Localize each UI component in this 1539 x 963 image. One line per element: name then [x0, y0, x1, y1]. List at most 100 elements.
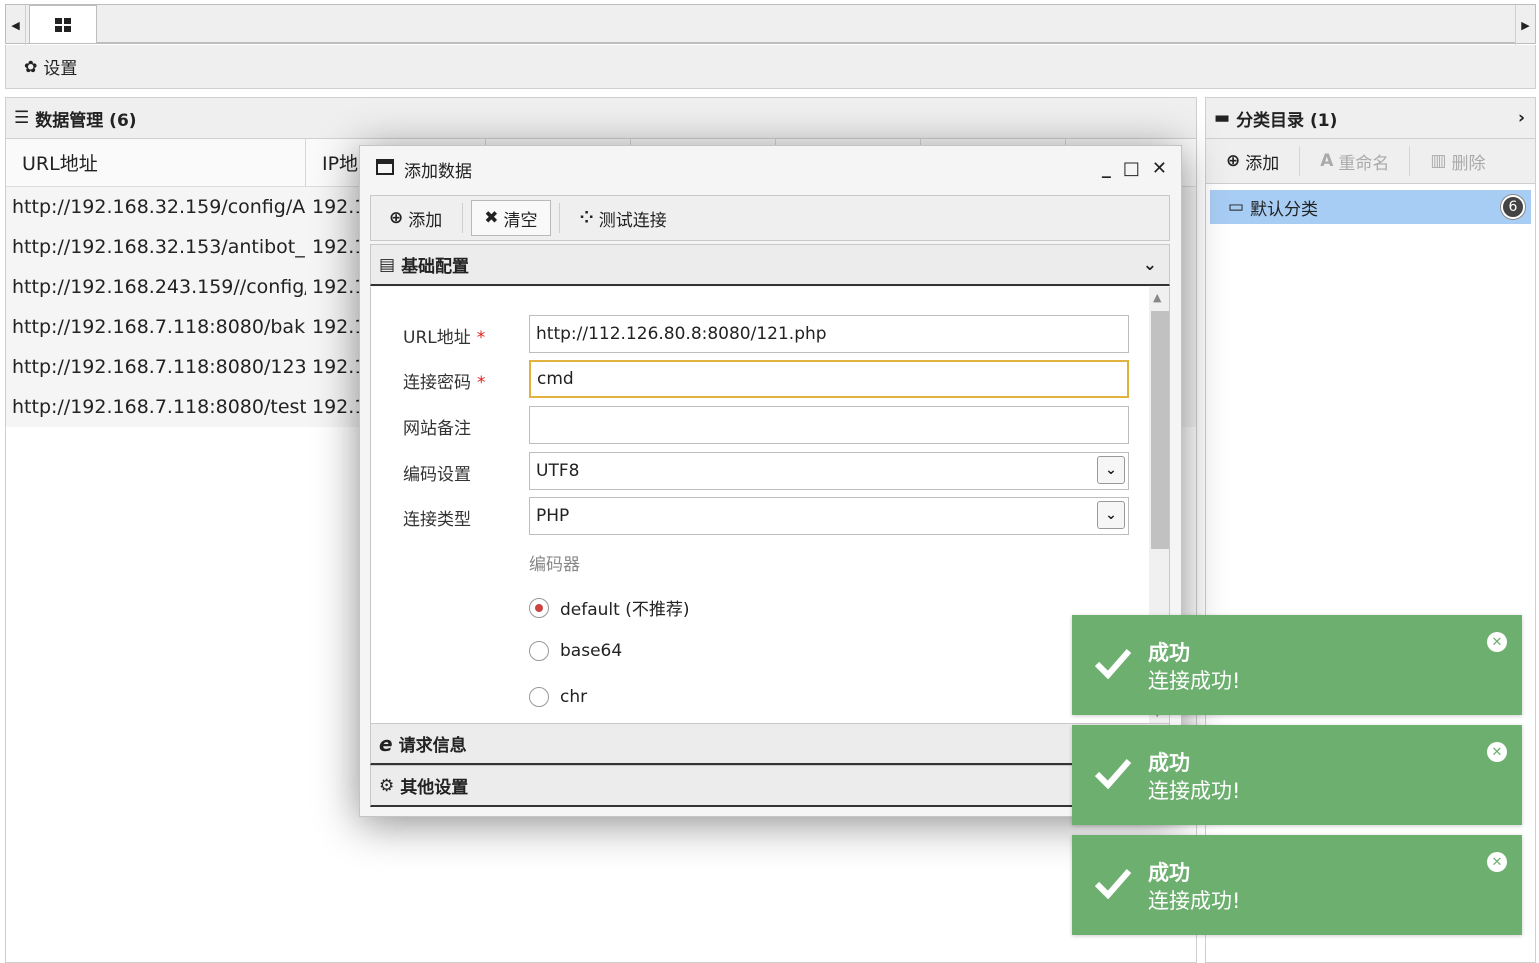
chevron-down-icon: ⌄	[1142, 254, 1157, 275]
cell-url: http://192.168.7.118:8080/123.ph	[12, 356, 306, 378]
note-input[interactable]	[529, 406, 1129, 444]
folder-icon: ▬	[1214, 108, 1231, 128]
add-data-dialog: 添加数据 _ □ ✕ ⊕ 添加 ✖ 清空 ⁘ 测试连接 ▤ 基础配置 ⌄ URL地址 *…	[359, 145, 1182, 817]
delete-category-button[interactable]: ▥ 删除	[1410, 146, 1505, 176]
basic-config-form: URL地址 * http://112.126.80.8:8080/121.php …	[370, 287, 1170, 723]
add-category-label: 添加	[1245, 153, 1280, 174]
encoding-row: 编码设置 UTF8 ⌄	[371, 452, 1151, 492]
scrollbar-thumb[interactable]	[1151, 311, 1169, 549]
encoding-value: UTF8	[536, 461, 580, 481]
plus-circle-icon: ⊕	[1226, 151, 1241, 171]
x-icon: ✖	[484, 208, 499, 228]
section-other-title: 其他设置	[400, 778, 469, 798]
minimize-icon[interactable]: _	[1102, 158, 1111, 179]
column-header-url[interactable]: URL地址	[6, 139, 306, 186]
type-select[interactable]: PHP ⌄	[529, 497, 1129, 535]
radio-unselected[interactable]	[529, 641, 549, 661]
password-row: 连接密码 * cmd	[371, 360, 1151, 400]
success-toast: 成功 连接成功! ✕	[1072, 615, 1522, 715]
toast-title: 成功	[1148, 641, 1190, 665]
encoder-option-label: default (不推荐)	[560, 600, 690, 620]
type-value: PHP	[536, 506, 570, 526]
grid-icon	[55, 17, 71, 32]
gears-icon: ⚙	[379, 775, 395, 796]
note-row: 网站备注	[371, 406, 1151, 446]
encoder-option-label: base64	[560, 641, 623, 661]
close-icon[interactable]: ✕	[1152, 158, 1167, 179]
tab-divider	[96, 42, 1515, 43]
encoder-option-base64[interactable]: base64	[529, 641, 622, 661]
encoder-option-chr[interactable]: chr	[529, 687, 587, 707]
data-panel-header: ☰ 数据管理 (6)	[6, 98, 1196, 139]
close-icon[interactable]: ✕	[1487, 742, 1507, 762]
close-icon[interactable]: ✕	[1487, 632, 1507, 652]
settings-bar[interactable]: ✿ 设置	[5, 45, 1536, 89]
close-icon[interactable]: ✕	[1487, 852, 1507, 872]
category-toolbar: ⊕ 添加 A 重命名 ▥ 删除	[1206, 139, 1535, 184]
window-icon	[376, 158, 394, 180]
category-count-badge: 6	[1501, 195, 1525, 219]
check-icon	[1094, 649, 1132, 679]
toast-message: 连接成功!	[1148, 669, 1241, 693]
gear-icon: ✿	[24, 57, 38, 76]
encoder-option-label: chr	[560, 687, 588, 707]
section-request-title: 请求信息	[398, 736, 467, 756]
check-icon	[1094, 869, 1132, 899]
spinner-icon: ⁘	[579, 208, 594, 228]
cell-url: http://192.168.7.118:8080/test/pe	[12, 396, 306, 418]
test-connection-label: 测试连接	[598, 210, 667, 231]
section-request-info[interactable]: e 请求信息	[370, 723, 1170, 765]
add-button-label: 添加	[408, 210, 443, 231]
success-toast: 成功 连接成功! ✕	[1072, 835, 1522, 935]
section-other-settings[interactable]: ⚙ 其他设置	[370, 765, 1170, 807]
dialog-toolbar: ⊕ 添加 ✖ 清空 ⁘ 测试连接	[370, 195, 1170, 241]
password-input[interactable]: cmd	[529, 360, 1129, 398]
settings-label: 设置	[43, 59, 78, 79]
scroll-left-arrow-icon[interactable]: ◀	[6, 5, 26, 45]
encoder-option-default[interactable]: default (不推荐)	[529, 595, 689, 620]
font-icon: A	[1320, 151, 1334, 171]
tab-home[interactable]	[29, 5, 97, 43]
check-icon	[1094, 759, 1132, 789]
category-panel: ▬ 分类目录 (1) › ⊕ 添加 A 重命名 ▥ 删除 ▭ 默认分类 6	[1205, 97, 1536, 963]
toast-title: 成功	[1148, 751, 1190, 775]
note-label: 网站备注	[403, 419, 471, 439]
cell-url: http://192.168.7.118:8080/bak.ph	[12, 316, 306, 338]
cell-ip: 192.1	[312, 196, 366, 218]
category-panel-title: 分类目录 (1)	[1236, 110, 1338, 131]
test-connection-button[interactable]: ⁘ 测试连接	[568, 200, 679, 236]
rename-category-button[interactable]: A 重命名	[1300, 146, 1411, 176]
scroll-up-arrow-icon[interactable]: ▲	[1153, 291, 1161, 304]
trash-icon: ▥	[1430, 151, 1447, 171]
toolbar-separator	[462, 203, 464, 233]
plus-circle-icon: ⊕	[389, 208, 404, 228]
file-icon: ▤	[379, 254, 396, 275]
clear-button[interactable]: ✖ 清空	[471, 200, 551, 236]
category-item-default[interactable]: ▭ 默认分类 6	[1210, 190, 1531, 224]
encoder-label: 编码器	[529, 555, 580, 575]
chevron-down-icon: ⌄	[1097, 501, 1125, 529]
radio-unselected[interactable]	[529, 687, 549, 707]
add-category-button[interactable]: ⊕ 添加	[1206, 146, 1301, 176]
tab-strip: ◀ ▶	[5, 4, 1536, 45]
chevron-right-icon[interactable]: ›	[1518, 108, 1525, 128]
toolbar-separator	[558, 203, 560, 233]
section-basic-config[interactable]: ▤ 基础配置 ⌄	[370, 244, 1170, 286]
toast-message: 连接成功!	[1148, 889, 1241, 913]
data-panel-title: 数据管理 (6)	[35, 110, 137, 131]
maximize-icon[interactable]: □	[1123, 158, 1140, 179]
dialog-titlebar[interactable]: 添加数据 _ □ ✕	[360, 146, 1181, 192]
list-icon: ☰	[14, 108, 30, 128]
url-input[interactable]: http://112.126.80.8:8080/121.php	[529, 315, 1129, 353]
category-panel-header: ▬ 分类目录 (1) ›	[1206, 98, 1535, 139]
cell-ip: 192.1	[312, 276, 366, 298]
scroll-right-arrow-icon[interactable]: ▶	[1515, 5, 1535, 45]
cell-ip: 192.1	[312, 356, 366, 378]
encoding-label: 编码设置	[403, 465, 471, 485]
cell-url: http://192.168.32.153/antibot_ima	[12, 236, 306, 258]
add-button[interactable]: ⊕ 添加	[377, 200, 454, 236]
cell-ip: 192.1	[312, 236, 366, 258]
radio-selected[interactable]	[529, 597, 549, 618]
encoding-select[interactable]: UTF8 ⌄	[529, 452, 1129, 490]
folder-open-icon: ▭	[1228, 197, 1245, 217]
